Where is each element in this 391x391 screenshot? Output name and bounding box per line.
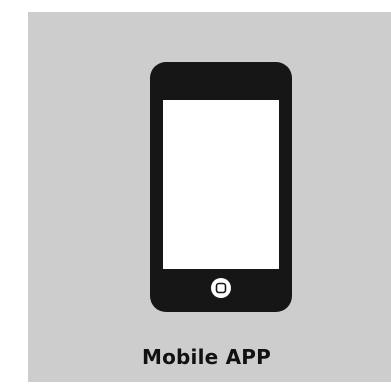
home-button-icon xyxy=(211,278,231,298)
smartphone-icon xyxy=(150,62,292,312)
phone-screen xyxy=(163,100,279,269)
tile-label: Mobile APP xyxy=(142,345,271,369)
